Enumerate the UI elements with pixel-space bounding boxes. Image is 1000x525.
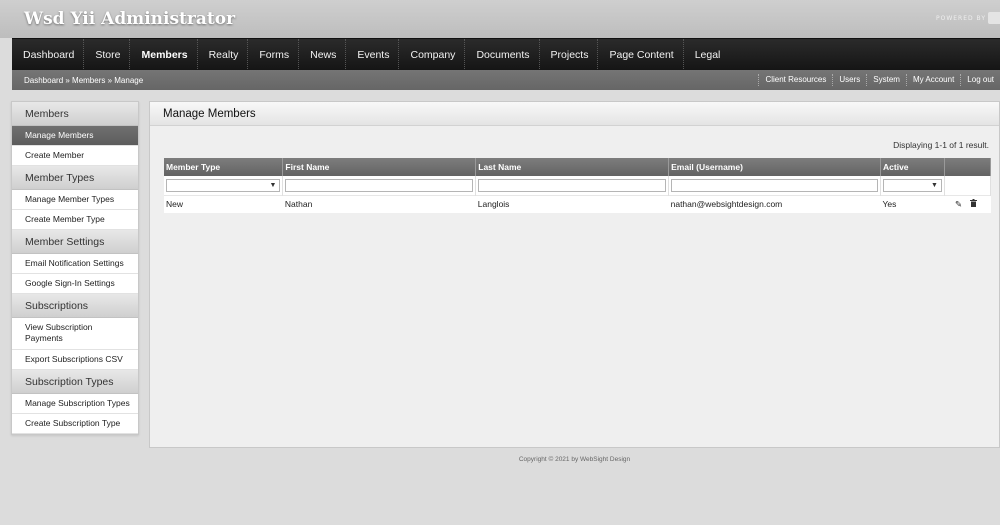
sidebar: Members Manage Members Create Member Mem… (11, 101, 139, 435)
util-link-my-account[interactable]: My Account (905, 74, 960, 86)
cell-member-type: New (164, 194, 283, 213)
column-header-first-name[interactable]: First Name (282, 158, 477, 176)
main-nav: Dashboard Store Members Realty Forms New… (12, 38, 1000, 71)
column-header-member-type[interactable]: Member Type (164, 158, 284, 176)
cell-first-name: Nathan (282, 194, 476, 213)
email-filter-input[interactable] (671, 178, 879, 192)
last-name-filter-input[interactable] (478, 178, 667, 192)
sidebar-item-email-notification-settings[interactable]: Email Notification Settings (12, 254, 138, 274)
sidebar-item-create-member[interactable]: Create Member (12, 146, 138, 166)
member-type-filter-select[interactable]: ▼ (166, 178, 281, 192)
row-actions: ✎ (944, 194, 991, 213)
sidebar-item-create-member-type[interactable]: Create Member Type (12, 210, 138, 230)
sidebar-heading-member-settings: Member Settings (12, 230, 138, 254)
nav-item-forms[interactable]: Forms (248, 38, 300, 71)
nav-item-company[interactable]: Company (399, 38, 466, 71)
site-title: Wsd Yii Administrator (24, 9, 236, 29)
sidebar-item-view-subscription-payments[interactable]: View Subscription Payments (12, 318, 138, 350)
sidebar-item-export-subscriptions-csv[interactable]: Export Subscriptions CSV (12, 350, 138, 370)
sidebar-heading-subscription-types: Subscription Types (12, 370, 138, 394)
nav-item-page-content[interactable]: Page Content (598, 38, 684, 71)
breadcrumb[interactable]: Dashboard » Members » Manage (12, 76, 143, 85)
util-link-client-resources[interactable]: Client Resources (758, 74, 832, 86)
utility-links: Client Resources Users System My Account… (758, 70, 1000, 90)
first-name-filter-input[interactable] (285, 178, 474, 192)
sidebar-heading-subscriptions: Subscriptions (12, 294, 138, 318)
members-grid: Member Type First Name Last Name Email (… (164, 158, 992, 213)
sub-bar: Dashboard » Members » Manage Client Reso… (12, 70, 1000, 90)
chevron-down-icon: ▼ (931, 181, 938, 189)
table-row: New Nathan Langlois nathan@websightdesig… (164, 194, 991, 213)
pencil-icon[interactable]: ✎ (955, 199, 962, 210)
page-title: Manage Members (150, 102, 999, 126)
grid-header-row: Member Type First Name Last Name Email (… (164, 158, 992, 176)
sidebar-heading-member-types: Member Types (12, 166, 138, 190)
sidebar-item-manage-member-types[interactable]: Manage Member Types (12, 190, 138, 210)
nav-item-realty[interactable]: Realty (198, 38, 249, 71)
nav-item-news[interactable]: News (299, 38, 347, 71)
util-link-system[interactable]: System (866, 74, 906, 86)
main-panel: Manage Members Displaying 1-1 of 1 resul… (149, 101, 1000, 448)
sidebar-heading-members: Members (12, 102, 138, 126)
cell-last-name: Langlois (475, 194, 669, 213)
util-link-log-out[interactable]: Log out (960, 74, 1000, 86)
trash-icon[interactable] (969, 198, 977, 209)
nav-item-projects[interactable]: Projects (540, 38, 599, 71)
powered-by-logo-icon (988, 12, 1000, 24)
column-header-last-name[interactable]: Last Name (475, 158, 670, 176)
powered-by-label: POWERED BY (935, 15, 986, 22)
nav-item-documents[interactable]: Documents (465, 38, 540, 71)
nav-item-legal[interactable]: Legal (684, 39, 730, 71)
sidebar-item-create-subscription-type[interactable]: Create Subscription Type (12, 414, 138, 434)
cell-email: nathan@websightdesign.com (668, 194, 881, 213)
column-header-actions (944, 158, 992, 176)
filter-row: ▼ ▼ (164, 176, 992, 195)
column-header-active[interactable]: Active (880, 158, 945, 176)
nav-item-events[interactable]: Events (346, 38, 400, 71)
result-summary: Displaying 1-1 of 1 result. (893, 140, 989, 150)
chevron-down-icon: ▼ (269, 181, 277, 189)
sidebar-item-manage-members[interactable]: Manage Members (12, 126, 138, 146)
column-header-email[interactable]: Email (Username) (668, 158, 882, 176)
sidebar-item-google-sign-in-settings[interactable]: Google Sign-In Settings (12, 274, 138, 294)
sidebar-item-manage-subscription-types[interactable]: Manage Subscription Types (12, 394, 138, 414)
util-link-users[interactable]: Users (832, 74, 866, 86)
footer-copyright: Copyright © 2021 by WebSight Design (518, 456, 631, 463)
nav-item-store[interactable]: Store (84, 38, 131, 71)
app-header: Wsd Yii Administrator POWERED BY (0, 0, 1000, 38)
active-filter-select[interactable]: ▼ (883, 178, 942, 192)
cell-active: Yes (880, 194, 945, 213)
nav-item-members[interactable]: Members (130, 38, 198, 71)
nav-item-dashboard[interactable]: Dashboard (12, 38, 85, 71)
